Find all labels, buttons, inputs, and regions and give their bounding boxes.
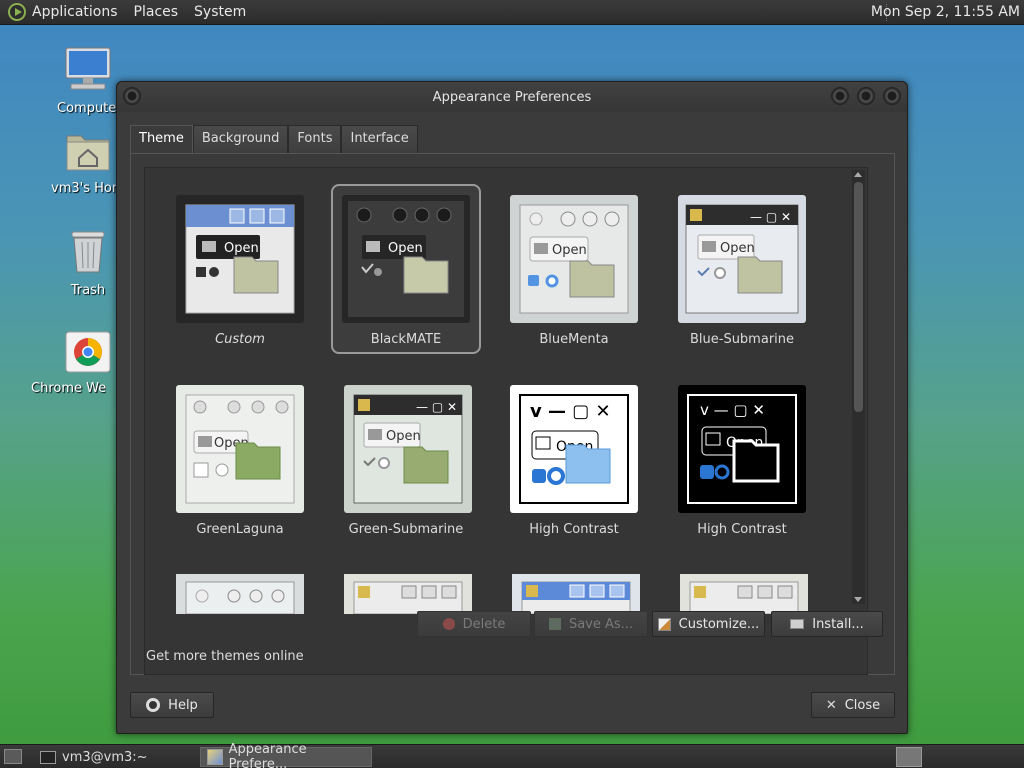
theme-name: BlueMenta	[539, 332, 609, 347]
thumb-open-label: Open	[386, 429, 421, 444]
install-button[interactable]: Install...	[771, 611, 883, 637]
close-button[interactable]: ✕ Close	[811, 692, 895, 718]
help-label: Help	[168, 697, 198, 713]
window-titlebar[interactable]: Appearance Preferences	[117, 82, 907, 112]
desktop-icon-label: vm3's Home	[51, 181, 121, 196]
top-panel: Applications Places System Mon Sep 2, 11…	[0, 0, 1024, 25]
task-label: vm3@vm3:~	[62, 749, 148, 765]
tab-background[interactable]: Background	[192, 125, 289, 153]
theme-preview-custom: Open	[176, 195, 304, 323]
thumb-window-buttons: — ▢ ✕	[750, 210, 791, 224]
customize-label: Customize...	[678, 616, 760, 632]
tab-bar: Theme Background Fonts Interface	[130, 125, 418, 154]
install-label: Install...	[812, 616, 864, 632]
theme-name: GreenLaguna	[196, 522, 284, 537]
theme-preview-row3-1[interactable]	[176, 574, 304, 614]
workspace-switcher-icon[interactable]	[896, 747, 922, 767]
theme-name: High Contrast	[529, 522, 619, 537]
theme-preview-bluementa: Open	[510, 195, 638, 323]
theme-greenlaguna[interactable]: Open GreenLaguna	[165, 374, 315, 544]
theme-blue-submarine[interactable]: — ▢ ✕ Open Blue-Submarine	[667, 184, 817, 354]
tab-fonts[interactable]: Fonts	[288, 125, 342, 153]
install-drive-icon	[790, 619, 805, 629]
theme-name: Custom	[215, 332, 265, 347]
thumb-window-buttons: — ▢ ✕	[416, 400, 457, 414]
maximize-button[interactable]	[857, 87, 875, 105]
scroll-down-icon[interactable]	[854, 597, 862, 602]
window-close-button[interactable]	[883, 87, 901, 105]
task-appearance-preferences[interactable]: Appearance Prefere...	[200, 742, 372, 768]
appearance-app-icon	[207, 749, 223, 765]
trash-icon	[71, 231, 105, 273]
get-more-themes-link[interactable]: Get more themes online	[146, 649, 304, 664]
theme-green-submarine[interactable]: — ▢ ✕ Open Green-Submarine	[331, 374, 481, 544]
thumb-open-label: Open	[388, 241, 423, 256]
theme-high-contrast[interactable]: v — ▢ ✕ Open High Contrast	[499, 374, 649, 544]
theme-custom[interactable]: Open Custom	[165, 184, 315, 354]
close-label: Close	[844, 697, 881, 713]
delete-label: Delete	[462, 616, 506, 632]
theme-preview-green-submarine: — ▢ ✕ Open	[344, 385, 472, 513]
theme-panel: Open Custom Open BlackMATE Open BlueMent…	[130, 153, 895, 675]
desktop-icon-label: Chrome Web Store	[31, 381, 106, 396]
delete-icon	[442, 618, 455, 630]
menu-system[interactable]: System	[194, 4, 246, 20]
save-icon	[548, 618, 561, 630]
task-terminal[interactable]: vm3@vm3:~	[34, 747, 154, 767]
theme-preview-blackmate: Open	[342, 195, 470, 323]
theme-preview-high-contrast: v — ▢ ✕ Open	[510, 385, 638, 513]
window-title: Appearance Preferences	[432, 90, 592, 105]
tab-interface[interactable]: Interface	[341, 125, 418, 153]
theme-preview-row3-4[interactable]	[680, 574, 808, 614]
clock[interactable]: Mon Sep 2, 11:55 AM	[871, 4, 1020, 20]
appearance-preferences-window: Appearance Preferences Theme Background …	[116, 81, 908, 734]
delete-button[interactable]: Delete	[417, 611, 531, 637]
theme-name: Blue-Submarine	[689, 332, 795, 347]
thumb-window-buttons: v — ▢ ✕	[530, 401, 611, 422]
theme-high-contrast-inverse[interactable]: v — ▢ ✕ Open High Contrast	[667, 374, 817, 544]
menu-places[interactable]: Places	[134, 4, 179, 20]
close-icon: ✕	[825, 697, 837, 713]
computer-icon	[65, 47, 111, 90]
terminal-icon	[40, 750, 56, 764]
theme-preview-row3-2[interactable]	[344, 574, 472, 614]
thumb-open-label: Open	[720, 241, 755, 256]
home-folder-icon	[66, 135, 110, 171]
scroll-up-icon[interactable]	[854, 172, 862, 177]
thumb-open-label: Open	[224, 241, 259, 256]
desktop-icon-label: Computer	[57, 101, 119, 116]
theme-scrollbar[interactable]	[852, 170, 865, 604]
chrome-icon	[65, 331, 111, 373]
bottom-panel: vm3@vm3:~ Appearance Prefere...	[0, 742, 1024, 768]
theme-preview-high-contrast-inverse: v — ▢ ✕ Open	[678, 385, 806, 513]
task-label: Appearance Prefere...	[228, 742, 307, 768]
thumb-open-label: Open	[552, 243, 587, 258]
menu-applications[interactable]: Applications	[32, 4, 118, 20]
help-lifebuoy-icon	[146, 698, 161, 712]
theme-preview-greenlaguna: Open	[176, 385, 304, 513]
save-as-button[interactable]: Save As...	[534, 611, 648, 637]
theme-preview-row3-3[interactable]	[512, 574, 640, 614]
theme-bluementa[interactable]: Open BlueMenta	[499, 184, 649, 354]
tab-theme[interactable]: Theme	[130, 125, 193, 154]
theme-name: Green-Submarine	[348, 522, 464, 537]
mate-logo-icon[interactable]	[8, 3, 26, 21]
thumb-window-buttons: v — ▢ ✕	[700, 401, 765, 419]
minimize-button[interactable]	[831, 87, 849, 105]
theme-name: High Contrast	[697, 522, 787, 537]
theme-grid[interactable]: Open Custom Open BlackMATE Open BlueMent…	[144, 167, 868, 675]
customize-brush-icon	[657, 617, 671, 631]
save-as-label: Save As...	[568, 616, 634, 632]
theme-blackmate[interactable]: Open BlackMATE	[331, 184, 481, 354]
theme-preview-blue-submarine: — ▢ ✕ Open	[678, 195, 806, 323]
customize-button[interactable]: Customize...	[652, 611, 765, 637]
show-desktop-icon[interactable]	[4, 749, 22, 764]
help-button[interactable]: Help	[130, 692, 214, 718]
scrollbar-thumb[interactable]	[854, 182, 863, 412]
theme-name: BlackMATE	[370, 332, 442, 347]
